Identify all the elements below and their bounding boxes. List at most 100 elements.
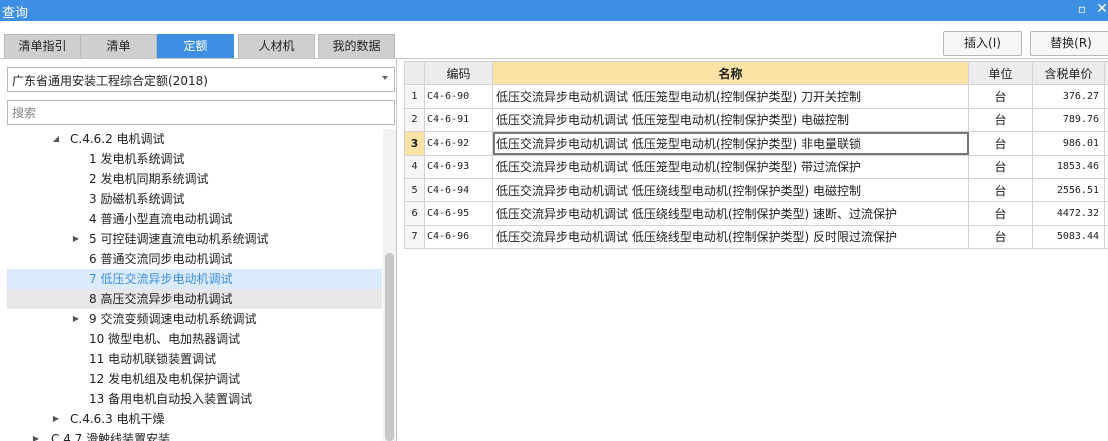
column-header-extra[interactable]	[1104, 60, 1108, 86]
cell-name[interactable]: 低压交流异步电动机调试 低压笼型电动机(控制保护类型) 带过流保护	[492, 154, 969, 179]
cell-price[interactable]: 1853.46	[1032, 154, 1105, 179]
tree-item[interactable]: 13 备用电机自动投入装置调试	[7, 389, 382, 409]
cell-name[interactable]: 低压交流异步电动机调试 低压绕线型电动机(控制保护类型) 反时限过流保护	[492, 224, 969, 250]
cell-extra	[1104, 224, 1108, 250]
cell-code[interactable]: C4-6-95	[424, 201, 493, 226]
cell-code[interactable]: C4-6-93	[424, 154, 493, 179]
column-header-unit[interactable]: 单位	[968, 60, 1033, 86]
cell-price[interactable]: 5083.44	[1032, 224, 1105, 250]
rownum-header	[404, 60, 425, 86]
table-row[interactable]: 6 C4-6-95 低压交流异步电动机调试 低压绕线型电动机(控制保护类型) 速…	[404, 201, 1108, 226]
close-icon[interactable]: ✕	[1092, 0, 1108, 21]
cell-name[interactable]: 低压交流异步电动机调试 低压绕线型电动机(控制保护类型) 电磁控制	[492, 177, 969, 203]
expand-arrow-icon[interactable]: ▶	[51, 409, 61, 429]
row-number: 3	[404, 131, 425, 156]
cell-code[interactable]: C4-6-90	[424, 84, 493, 109]
cell-unit[interactable]: 台	[968, 131, 1033, 156]
cell-extra	[1104, 84, 1108, 109]
tree-item-c463[interactable]: ▶ C.4.6.3 电机干燥	[7, 409, 382, 429]
cell-name-focused[interactable]: 低压交流异步电动机调试 低压笼型电动机(控制保护类型) 非电量联锁	[492, 131, 969, 156]
tree-item[interactable]: 4 普通小型直流电动机调试	[7, 209, 382, 229]
tree-item-c47[interactable]: ▶ C.4.7 滑触线装置安装	[7, 429, 382, 441]
table-header-row: 编码 名称 单位 含税单价	[404, 60, 1108, 86]
maximize-icon[interactable]: ▫	[1072, 0, 1092, 21]
cell-code[interactable]: C4-6-92	[424, 131, 493, 156]
tree-item-label: 7 低压交流异步电动机调试	[89, 272, 233, 286]
scrollbar-thumb[interactable]	[385, 253, 394, 441]
tree-item[interactable]: 6 普通交流同步电动机调试	[7, 249, 382, 269]
table-row[interactable]: 5 C4-6-94 低压交流异步电动机调试 低压绕线型电动机(控制保护类型) 电…	[404, 177, 1108, 203]
tree-item[interactable]: 12 发电机组及电机保护调试	[7, 369, 382, 389]
quota-tree: ◢ C.4.6.2 电机调试 1 发电机系统调试 2 发电机同期系统调试 3 励…	[0, 129, 382, 441]
cell-price[interactable]: 986.01	[1032, 131, 1105, 156]
expand-arrow-icon[interactable]: ▶	[71, 309, 81, 329]
row-number: 4	[404, 154, 425, 179]
cell-extra	[1104, 154, 1108, 179]
column-header-code[interactable]: 编码	[424, 60, 493, 86]
table-row[interactable]: 7 C4-6-96 低压交流异步电动机调试 低压绕线型电动机(控制保护类型) 反…	[404, 224, 1108, 250]
tree-item-label: 12 发电机组及电机保护调试	[89, 372, 241, 386]
tree-item-label: 2 发电机同期系统调试	[89, 172, 209, 186]
tree-item-label: 13 备用电机自动投入装置调试	[89, 392, 253, 406]
row-number: 6	[404, 201, 425, 226]
cell-code[interactable]: C4-6-94	[424, 177, 493, 203]
cell-price[interactable]: 376.27	[1032, 84, 1105, 109]
tree-item-hover[interactable]: 8 高压交流异步电动机调试	[7, 289, 382, 309]
expand-arrow-icon[interactable]: ▶	[31, 429, 41, 441]
search-input[interactable]	[7, 100, 395, 125]
tree-item-label: 11 电动机联锁装置调试	[89, 352, 217, 366]
tree-item-label: 6 普通交流同步电动机调试	[89, 252, 233, 266]
cell-code[interactable]: C4-6-96	[424, 224, 493, 250]
column-header-name[interactable]: 名称	[492, 60, 969, 86]
cell-price[interactable]: 789.76	[1032, 107, 1105, 133]
tree-item[interactable]: 10 微型电机、电加热器调试	[7, 329, 382, 349]
tab-quota[interactable]: 定额	[157, 34, 234, 59]
tree-item[interactable]: 3 励磁机系统调试	[7, 189, 382, 209]
cell-name[interactable]: 低压交流异步电动机调试 低压绕线型电动机(控制保护类型) 速断、过流保护	[492, 201, 969, 226]
cell-unit[interactable]: 台	[968, 154, 1033, 179]
replace-button[interactable]: 替换(R)	[1030, 31, 1108, 56]
cell-unit[interactable]: 台	[968, 201, 1033, 226]
row-number: 7	[404, 224, 425, 250]
tree-item[interactable]: 11 电动机联锁装置调试	[7, 349, 382, 369]
tree-item[interactable]: ▶ 9 交流变频调速电动机系统调试	[7, 309, 382, 329]
tree-item-selected[interactable]: 7 低压交流异步电动机调试	[7, 269, 382, 289]
cell-name[interactable]: 低压交流异步电动机调试 低压笼型电动机(控制保护类型) 电磁控制	[492, 107, 969, 133]
table-row[interactable]: 2 C4-6-91 低压交流异步电动机调试 低压笼型电动机(控制保护类型) 电磁…	[404, 107, 1108, 133]
quota-library-select[interactable]: 广东省通用安装工程综合定额(2018)	[7, 67, 395, 92]
cell-name[interactable]: 低压交流异步电动机调试 低压笼型电动机(控制保护类型) 刀开关控制	[492, 84, 969, 109]
tree-item[interactable]: ▶ 5 可控硅调速直流电动机系统调试	[7, 229, 382, 249]
tree-item-label: C.4.6.3 电机干燥	[70, 412, 165, 426]
tab-labor-material-machine[interactable]: 人材机	[238, 34, 315, 59]
row-number: 5	[404, 177, 425, 203]
column-header-price[interactable]: 含税单价	[1032, 60, 1105, 86]
tree-item-label: 1 发电机系统调试	[89, 152, 185, 166]
tree-item-label: 9 交流变频调速电动机系统调试	[89, 312, 257, 326]
insert-button[interactable]: 插入(I)	[943, 31, 1022, 56]
tree-scrollbar[interactable]	[383, 129, 396, 441]
tree-item-label: C.4.6.2 电机调试	[70, 132, 165, 146]
cell-price[interactable]: 4472.32	[1032, 201, 1105, 226]
cell-unit[interactable]: 台	[968, 177, 1033, 203]
tree-item[interactable]: 2 发电机同期系统调试	[7, 169, 382, 189]
cell-extra	[1104, 131, 1108, 156]
cell-unit[interactable]: 台	[968, 107, 1033, 133]
tree-item-c462[interactable]: ◢ C.4.6.2 电机调试	[7, 129, 382, 149]
tab-list[interactable]: 清单	[80, 34, 157, 59]
tree-item-label: C.4.7 滑触线装置安装	[51, 432, 171, 441]
table-row[interactable]: 1 C4-6-90 低压交流异步电动机调试 低压笼型电动机(控制保护类型) 刀开…	[404, 84, 1108, 109]
tab-my-data[interactable]: 我的数据	[318, 34, 395, 59]
quota-library-value: 广东省通用安装工程综合定额(2018)	[12, 74, 208, 88]
collapse-arrow-icon[interactable]: ◢	[51, 129, 61, 149]
tree-item[interactable]: 1 发电机系统调试	[7, 149, 382, 169]
expand-arrow-icon[interactable]: ▶	[71, 229, 81, 249]
tab-list-guide[interactable]: 清单指引	[4, 34, 81, 59]
cell-price[interactable]: 2556.51	[1032, 177, 1105, 203]
cell-code[interactable]: C4-6-91	[424, 107, 493, 133]
quota-tree-panel: 广东省通用安装工程综合定额(2018) ◢ C.4.6.2 电机调试 1 发电机…	[0, 59, 397, 441]
table-row[interactable]: 4 C4-6-93 低压交流异步电动机调试 低压笼型电动机(控制保护类型) 带过…	[404, 154, 1108, 179]
cell-unit[interactable]: 台	[968, 224, 1033, 250]
window-title: 查询	[2, 6, 29, 21]
cell-unit[interactable]: 台	[968, 84, 1033, 109]
table-row-current[interactable]: 3 C4-6-92 低压交流异步电动机调试 低压笼型电动机(控制保护类型) 非电…	[404, 131, 1108, 156]
